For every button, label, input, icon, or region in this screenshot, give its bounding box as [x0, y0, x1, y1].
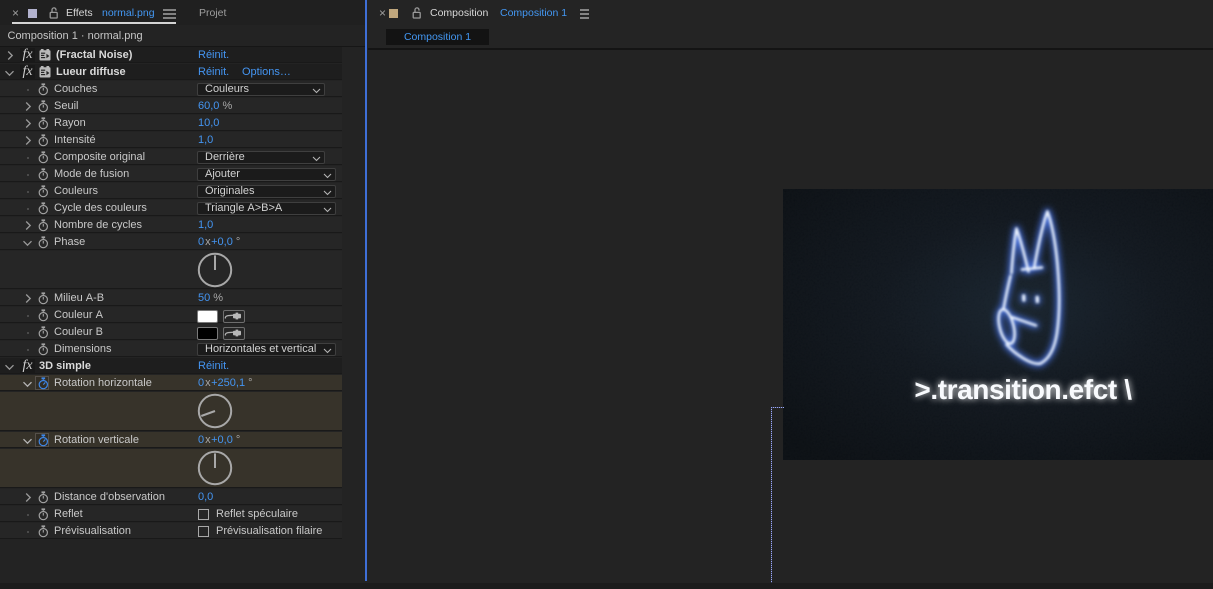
svg-text:>.transition.efct \: >.transition.efct \ [914, 374, 1132, 405]
